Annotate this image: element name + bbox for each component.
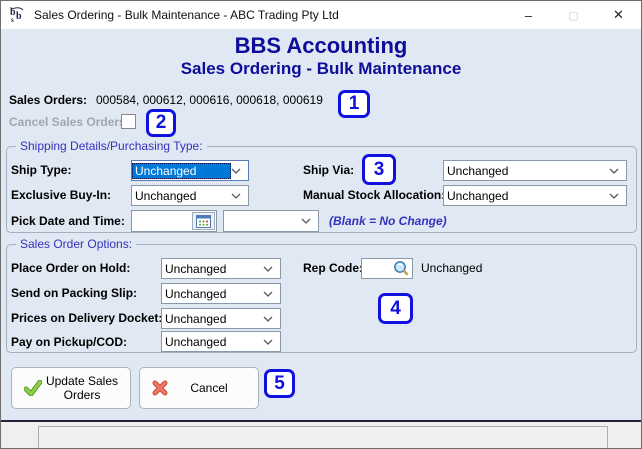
ship-type-select[interactable]: Unchanged: [131, 160, 249, 181]
rep-code-label: Rep Code:: [303, 261, 363, 275]
place-order-on-hold-label: Place Order on Hold:: [11, 261, 131, 275]
chevron-down-icon: [609, 168, 619, 174]
chevron-down-icon: [609, 193, 619, 199]
bbs-logo-icon: b b s: [10, 7, 24, 24]
exclusive-buy-in-label: Exclusive Buy-In:: [11, 188, 112, 202]
manual-stock-allocation-label: Manual Stock Allocation:: [303, 188, 446, 202]
chevron-down-icon: [263, 291, 273, 297]
ship-via-label: Ship Via:: [303, 163, 355, 177]
page-title: Sales Ordering - Bulk Maintenance: [180, 59, 462, 78]
svg-text:s: s: [11, 16, 14, 24]
callout-badge-1: 1: [338, 90, 370, 118]
update-sales-orders-button[interactable]: Update Sales Orders: [11, 367, 131, 409]
red-cross-icon: [152, 380, 168, 396]
minimize-icon: –: [524, 7, 533, 23]
callout-badge-4: 4: [378, 293, 413, 324]
chevron-down-icon: [231, 168, 241, 174]
cancel-orders-checkbox[interactable]: [121, 114, 136, 129]
rep-code-input[interactable]: [361, 258, 413, 279]
send-on-packing-slip-select[interactable]: Unchanged: [161, 283, 281, 304]
sales-orders-value: 000584, 000612, 000616, 000618, 000619: [96, 93, 323, 107]
svg-text:b: b: [16, 11, 22, 22]
pay-on-pickup-cod-value: Unchanged: [165, 334, 227, 349]
app-title: BBS Accounting: [234, 33, 408, 58]
sales-orders-label: Sales Orders:: [9, 93, 88, 107]
place-order-on-hold-value: Unchanged: [165, 261, 227, 276]
window-title: Sales Ordering - Bulk Maintenance - ABC …: [34, 8, 339, 22]
status-panel: [38, 426, 608, 448]
minimize-button[interactable]: –: [506, 1, 551, 29]
chevron-down-icon: [263, 316, 273, 322]
blank-no-change-hint: (Blank = No Change): [329, 214, 447, 228]
options-legend: Sales Order Options:: [16, 237, 137, 252]
pick-date-time-label: Pick Date and Time:: [11, 214, 125, 228]
green-check-icon: [24, 380, 42, 396]
close-icon: ✕: [613, 7, 624, 22]
exclusive-buy-in-value: Unchanged: [135, 188, 197, 203]
maximize-icon: ▢: [568, 9, 579, 22]
cancel-button[interactable]: Cancel: [139, 367, 259, 409]
prices-on-delivery-docket-value: Unchanged: [165, 311, 227, 326]
callout-badge-5: 5: [264, 369, 295, 398]
calendar-picker-button[interactable]: [192, 212, 215, 230]
calendar-icon: [196, 215, 211, 228]
rep-code-status: Unchanged: [421, 261, 483, 275]
prices-on-delivery-docket-label: Prices on Delivery Docket:: [11, 311, 163, 325]
ship-type-label: Ship Type:: [11, 163, 72, 177]
pick-date-input[interactable]: [131, 210, 217, 232]
send-on-packing-slip-label: Send on Packing Slip:: [11, 286, 138, 300]
manual-stock-allocation-select[interactable]: Unchanged: [443, 185, 627, 206]
pay-on-pickup-cod-select[interactable]: Unchanged: [161, 331, 281, 352]
place-order-on-hold-select[interactable]: Unchanged: [161, 258, 281, 279]
chevron-down-icon: [301, 218, 311, 224]
close-button[interactable]: ✕: [596, 1, 641, 29]
maximize-button: ▢: [551, 1, 596, 29]
title-bar: b b s Sales Ordering - Bulk Maintenance …: [1, 1, 641, 29]
callout-badge-2: 2: [146, 109, 176, 137]
chevron-down-icon: [263, 266, 273, 272]
ship-via-select[interactable]: Unchanged: [443, 160, 627, 181]
ship-via-value: Unchanged: [447, 163, 509, 178]
status-bar: [1, 422, 641, 448]
chevron-down-icon: [231, 193, 241, 199]
cancel-button-label: Cancel: [190, 381, 228, 395]
prices-on-delivery-docket-select[interactable]: Unchanged: [161, 308, 281, 329]
chevron-down-icon: [263, 339, 273, 345]
dialog-window: b b s Sales Ordering - Bulk Maintenance …: [0, 0, 642, 449]
manual-stock-allocation-value: Unchanged: [447, 188, 509, 203]
cancel-orders-label: Cancel Sales Orders:: [9, 115, 130, 129]
magnifier-icon[interactable]: [392, 260, 410, 277]
pick-time-select[interactable]: [223, 210, 319, 232]
ship-type-value: Unchanged: [132, 162, 231, 179]
callout-badge-3: 3: [362, 154, 396, 185]
pay-on-pickup-cod-label: Pay on Pickup/COD:: [11, 335, 128, 349]
send-on-packing-slip-value: Unchanged: [165, 286, 227, 301]
shipping-legend: Shipping Details/Purchasing Type:: [16, 139, 207, 154]
exclusive-buy-in-select[interactable]: Unchanged: [131, 185, 249, 206]
pick-time-value: [224, 220, 301, 222]
update-sales-orders-label: Update Sales Orders: [45, 374, 119, 402]
